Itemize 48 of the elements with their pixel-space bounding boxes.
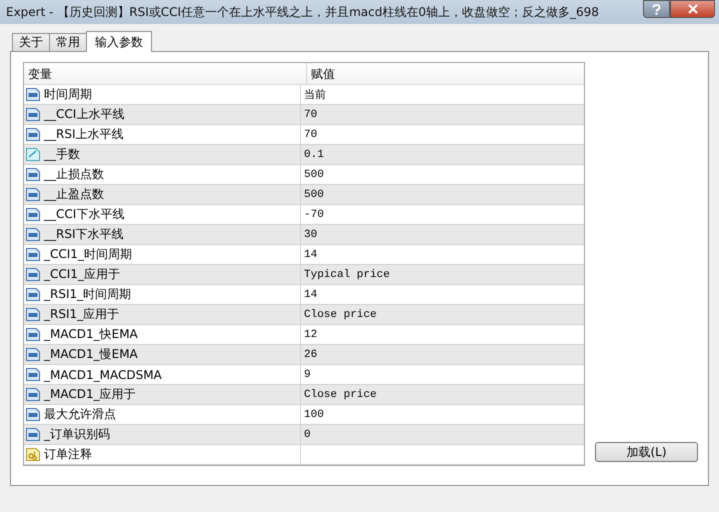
parameter-value[interactable]: 当前 bbox=[303, 87, 326, 102]
parameter-value[interactable]: 26 bbox=[303, 348, 318, 360]
parameter-name: __止盈点数 bbox=[44, 186, 104, 203]
parameter-name: 最大允许滑点 bbox=[44, 406, 116, 423]
parameter-name: _CCI1_应用于 bbox=[44, 266, 120, 283]
parameter-name: __止损点数 bbox=[44, 166, 104, 183]
parameter-name: _订单识别码 bbox=[44, 426, 110, 443]
parameter-name: _RSI1_时间周期 bbox=[44, 286, 132, 303]
parameter-name: _MACD1_应用于 bbox=[44, 386, 136, 403]
column-header: 赋值 bbox=[310, 66, 336, 83]
parameter-value[interactable]: 0.1 bbox=[303, 148, 324, 160]
help-button[interactable] bbox=[643, 0, 670, 18]
parameter-name: 时间周期 bbox=[44, 86, 92, 103]
parameter-name: __RSI下水平线 bbox=[44, 226, 124, 243]
parameter-name: _RSI1_应用于 bbox=[44, 306, 120, 323]
window-title: Expert - 【历史回测】RSI或CCI任意一个在上水平线之上，并且macd柱线在0轴上，收盘做空；反之做多_698 bbox=[5, 4, 599, 21]
column-header: 变量 bbox=[24, 63, 307, 84]
parameter-value[interactable]: 70 bbox=[303, 108, 318, 120]
help-icon bbox=[652, 4, 661, 14]
parameter-value[interactable]: Typical price bbox=[303, 268, 390, 280]
parameter-name: __手数 bbox=[44, 146, 80, 163]
parameter-name: __CCI上水平线 bbox=[44, 106, 124, 123]
parameter-value[interactable]: 70 bbox=[303, 128, 318, 140]
tab[interactable]: 常用 bbox=[49, 33, 87, 51]
parameter-value[interactable]: 30 bbox=[303, 228, 318, 240]
parameter-value[interactable]: 100 bbox=[303, 408, 324, 420]
parameter-name: _MACD1_MACDSMA bbox=[44, 368, 162, 382]
parameter-name: _CCI1_时间周期 bbox=[44, 246, 132, 263]
parameter-name: _MACD1_慢EMA bbox=[44, 346, 138, 363]
parameter-value[interactable]: 9 bbox=[303, 368, 311, 380]
parameter-name: __CCI下水平线 bbox=[44, 206, 124, 223]
close-icon bbox=[688, 4, 698, 14]
tab[interactable]: 输入参数 bbox=[86, 31, 152, 52]
parameter-name: 订单注释 bbox=[44, 446, 92, 463]
parameter-name: __RSI上水平线 bbox=[44, 126, 124, 143]
close-button[interactable] bbox=[670, 0, 715, 18]
parameter-value[interactable]: 14 bbox=[303, 288, 318, 300]
parameter-value[interactable]: 0 bbox=[303, 428, 311, 440]
parameter-value[interactable]: 14 bbox=[303, 248, 318, 260]
parameter-value[interactable]: 500 bbox=[303, 188, 324, 200]
parameter-value[interactable]: -70 bbox=[303, 208, 324, 220]
parameter-value[interactable]: Close price bbox=[303, 388, 377, 400]
parameter-value[interactable]: 500 bbox=[303, 168, 324, 180]
load-button[interactable]: 加载(L) bbox=[595, 442, 698, 462]
parameter-name: _MACD1_快EMA bbox=[44, 326, 138, 343]
tab[interactable]: 关于 bbox=[12, 33, 50, 51]
parameter-value[interactable]: 12 bbox=[303, 328, 318, 340]
parameter-value[interactable]: Close price bbox=[303, 308, 377, 320]
